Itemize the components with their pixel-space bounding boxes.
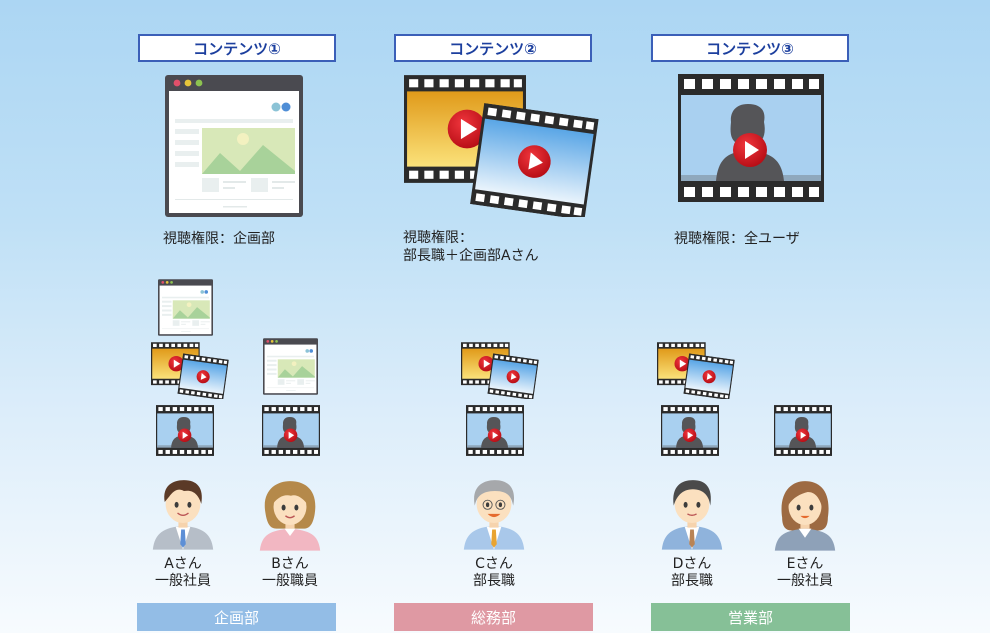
person-role: 一般職員 <box>262 573 318 589</box>
content-2-title: コンテンツ② <box>394 34 592 62</box>
person-name: Aさん <box>164 556 202 572</box>
person-c-content-3-icon <box>466 405 524 456</box>
person-a-content-1-icon <box>158 279 213 336</box>
department-general-affairs: 総務部 <box>394 603 593 631</box>
person-d-label: Dさん 部長職 <box>647 556 737 590</box>
person-e-label: Eさん 一般社員 <box>760 556 850 590</box>
avatar-person-a <box>151 473 215 553</box>
video-person-icon <box>678 74 824 202</box>
content-1-permission: 視聴権限：企画部 <box>163 230 275 248</box>
webpage-icon <box>165 75 303 217</box>
permission-line: 視聴権限： <box>403 230 473 246</box>
person-name: Cさん <box>475 556 513 572</box>
person-role: 部長職 <box>671 573 713 589</box>
person-b-content-1-icon <box>263 338 318 395</box>
person-role: 一般社員 <box>777 573 833 589</box>
content-2-permission: 視聴権限： 部長職＋企画部Aさん <box>403 229 539 265</box>
person-d-content-3-icon <box>661 405 719 456</box>
avatar-person-c <box>462 473 526 553</box>
person-c-label: Cさん 部長職 <box>449 556 539 590</box>
person-name: Eさん <box>786 556 824 572</box>
person-a-label: Aさん 一般社員 <box>138 556 228 590</box>
avatar-person-b <box>258 475 322 553</box>
person-a-content-3-icon <box>156 405 214 456</box>
department-planning: 企画部 <box>137 603 336 631</box>
person-name: Dさん <box>672 556 712 572</box>
video-pair-icon <box>404 75 604 217</box>
content-3-title: コンテンツ③ <box>651 34 849 62</box>
person-b-content-3-icon <box>262 405 320 456</box>
person-role: 部長職 <box>473 573 515 589</box>
person-d-content-2-icon <box>657 342 737 399</box>
department-sales: 営業部 <box>651 603 850 631</box>
person-b-label: Bさん 一般職員 <box>245 556 335 590</box>
permission-line: 視聴権限：企画部 <box>163 231 275 247</box>
permission-line: 部長職＋企画部Aさん <box>403 248 539 264</box>
person-e-content-3-icon <box>774 405 832 456</box>
person-a-content-2-icon <box>151 342 231 399</box>
content-1-title: コンテンツ① <box>138 34 336 62</box>
person-role: 一般社員 <box>155 573 211 589</box>
avatar-person-d <box>660 473 724 553</box>
permission-line: 視聴権限：全ユーザ <box>674 231 800 247</box>
content-3-permission: 視聴権限：全ユーザ <box>674 230 800 248</box>
person-c-content-2-icon <box>461 342 541 399</box>
avatar-person-e <box>773 475 837 553</box>
person-name: Bさん <box>271 556 309 572</box>
